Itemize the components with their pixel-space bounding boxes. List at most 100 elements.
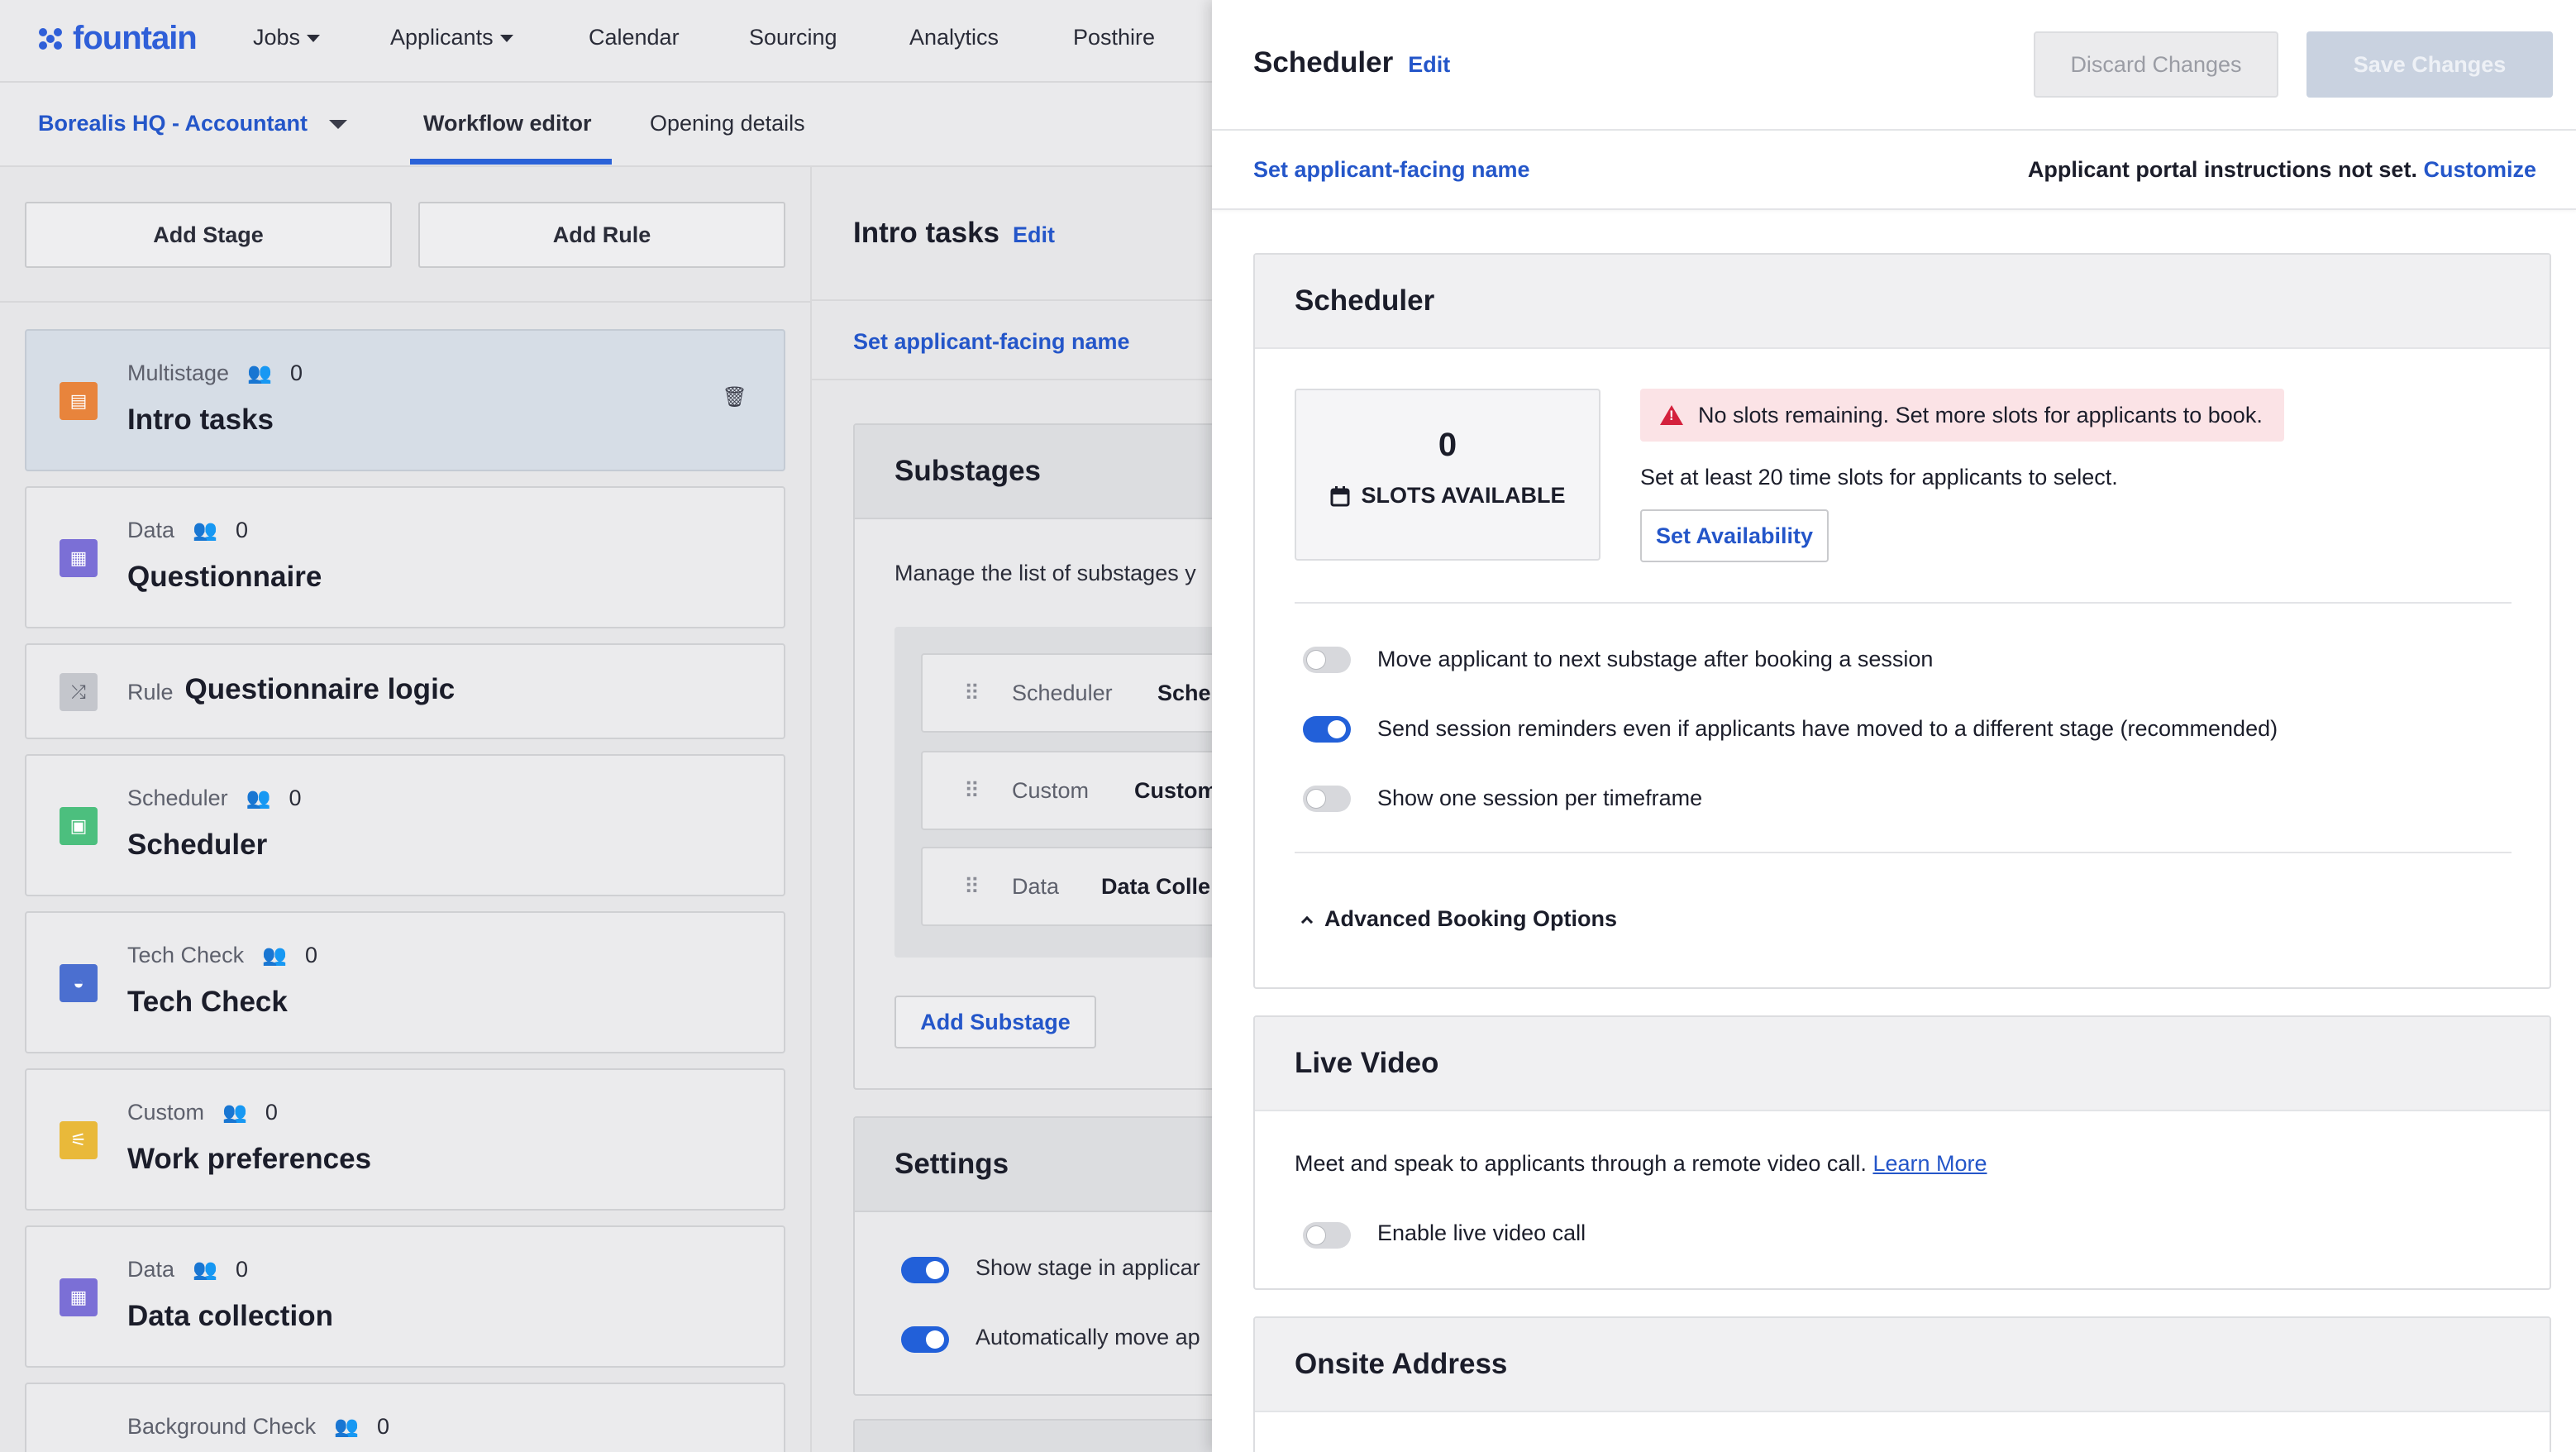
substage-item[interactable]: ⠿ Scheduler Sche xyxy=(921,653,1232,733)
caret-down-icon xyxy=(307,35,321,42)
discard-changes-button[interactable]: Discard Changes xyxy=(2034,31,2278,98)
nav-calendar[interactable]: Calendar xyxy=(589,25,680,50)
set-applicant-facing-name-link[interactable]: Set applicant-facing name xyxy=(853,329,1130,355)
drag-handle-icon[interactable]: ⠿ xyxy=(964,681,980,706)
stage-type-label: Rule xyxy=(127,679,174,705)
stage-card[interactable]: ⚟ Custom 👥 0 Work preferences xyxy=(25,1068,785,1211)
scheduler-card: Scheduler 0 SLOTS AVAILABLE No slots rem… xyxy=(1253,253,2551,989)
show-stage-toggle[interactable] xyxy=(901,1257,949,1283)
set-applicant-facing-name-link[interactable]: Set applicant-facing name xyxy=(1253,157,1530,183)
stage-type-label: Data xyxy=(127,518,175,542)
nav-applicants[interactable]: Applicants xyxy=(390,25,513,50)
save-changes-button[interactable]: Save Changes xyxy=(2306,31,2553,98)
calendar-icon xyxy=(1330,485,1349,506)
live-video-toggle[interactable] xyxy=(1303,1222,1351,1249)
tech-check-icon: ◒ xyxy=(60,964,98,1002)
drag-handle-icon[interactable]: ⠿ xyxy=(964,778,980,804)
applicant-count: 0 xyxy=(377,1414,390,1439)
people-icon: 👥 xyxy=(246,787,271,810)
people-icon: 👥 xyxy=(334,1416,360,1438)
nav-posthire-label: Posthire xyxy=(1073,25,1156,50)
job-selector-label: Borealis HQ - Accountant xyxy=(38,111,308,136)
add-stage-button[interactable]: Add Stage xyxy=(25,202,392,268)
substages-card: Substages Manage the list of substages y… xyxy=(853,423,1233,1090)
multistage-icon: ▤ xyxy=(60,382,98,420)
tab-workflow-editor[interactable]: Workflow editor xyxy=(423,111,592,136)
substage-item[interactable]: ⠿ Data Data Colle xyxy=(921,847,1232,926)
one-session-label: Show one session per timeframe xyxy=(1377,786,1703,810)
auto-move-label: Automatically move ap xyxy=(976,1325,1200,1349)
stage-card[interactable]: ◒ Tech Check 👥 0 Tech Check xyxy=(25,911,785,1053)
advanced-booking-label: Advanced Booking Options xyxy=(1324,906,1618,931)
trash-icon[interactable]: 🗑 xyxy=(723,385,747,409)
people-icon: 👥 xyxy=(262,944,287,967)
job-selector[interactable]: Borealis HQ - Accountant xyxy=(38,111,348,136)
auto-move-toggle[interactable] xyxy=(901,1326,949,1353)
stage-card[interactable]: ◆ Background Check👥0 xyxy=(25,1383,785,1452)
portal-note-text: Applicant portal instructions not set. xyxy=(2027,157,2417,182)
drawer-title: Scheduler Edit xyxy=(1253,46,1450,79)
edit-title-link[interactable]: Edit xyxy=(1408,52,1450,78)
toggle-knob xyxy=(1307,790,1325,808)
stage-detail-title-text: Intro tasks xyxy=(853,217,999,249)
brand-logo[interactable]: fountain xyxy=(36,20,198,57)
drag-handle-icon[interactable]: ⠿ xyxy=(964,874,980,900)
stage-title: Tech Check xyxy=(127,986,288,1018)
stage-type: Custom 👥 0 xyxy=(127,1100,278,1125)
stage-card[interactable]: ▦ Data 👥 0 Data collection xyxy=(25,1225,785,1368)
shuffle-icon: ⤮ xyxy=(60,673,98,711)
add-rule-button[interactable]: Add Rule xyxy=(418,202,785,268)
live-video-card: Live Video Meet and speak to applicants … xyxy=(1253,1015,2551,1290)
nav-sourcing[interactable]: Sourcing xyxy=(749,25,837,50)
slots-count: 0 xyxy=(1438,427,1457,463)
nav-analytics-label: Analytics xyxy=(909,25,999,50)
nav-jobs-label: Jobs xyxy=(253,25,301,50)
nav-sourcing-label: Sourcing xyxy=(749,25,837,50)
stage-type: Multistage 👥 0 xyxy=(127,361,303,386)
live-video-description: Meet and speak to applicants through a r… xyxy=(1295,1151,1987,1177)
applicant-count: 0 xyxy=(289,361,303,385)
edit-title-link[interactable]: Edit xyxy=(1013,222,1055,248)
top-nav: fountain Jobs Applicants Calendar Sourci… xyxy=(0,0,1212,83)
people-icon: 👥 xyxy=(193,1259,217,1281)
nav-applicants-label: Applicants xyxy=(390,25,494,50)
slots-label: SLOTS AVAILABLE xyxy=(1296,483,1599,509)
nav-jobs[interactable]: Jobs xyxy=(253,25,321,50)
toggle-knob xyxy=(926,1261,944,1279)
divider xyxy=(812,299,1212,301)
learn-more-link[interactable]: Learn More xyxy=(1872,1151,1987,1176)
stage-card[interactable]: ▣ Scheduler 👥 0 Scheduler xyxy=(25,754,785,896)
stage-title: Data collection xyxy=(127,1300,333,1332)
stage-list-panel: Add Stage Add Rule ▤ Multistage 👥 0 Intro … xyxy=(0,167,812,1452)
session-reminders-toggle[interactable] xyxy=(1303,716,1351,743)
move-applicant-label: Move applicant to next substage after bo… xyxy=(1377,647,1934,671)
drawer-subheader: Set applicant-facing name Applicant port… xyxy=(1212,131,2576,210)
nav-analytics[interactable]: Analytics xyxy=(909,25,999,50)
divider xyxy=(1295,602,2512,604)
caret-down-icon xyxy=(329,120,348,129)
substage-name: Data Colle xyxy=(1101,873,1211,899)
slots-label-text: SLOTS AVAILABLE xyxy=(1361,483,1566,508)
set-availability-button[interactable]: Set Availability xyxy=(1640,509,1829,562)
chevron-up-icon xyxy=(1300,915,1314,928)
stage-type-label: Multistage xyxy=(127,361,230,385)
slots-available-box: 0 SLOTS AVAILABLE xyxy=(1295,389,1600,561)
caret-down-icon xyxy=(499,35,513,42)
nav-posthire[interactable]: Posthire xyxy=(1073,25,1155,50)
warning-icon xyxy=(1660,405,1683,425)
one-session-toggle[interactable] xyxy=(1303,786,1351,812)
onsite-address-heading: Onsite Address xyxy=(1255,1318,2550,1412)
divider xyxy=(812,379,1212,380)
stage-card[interactable]: ▦ Data 👥 0 Questionnaire xyxy=(25,486,785,628)
tab-opening-details[interactable]: Opening details xyxy=(650,111,805,136)
customize-link[interactable]: Customize xyxy=(2423,157,2536,182)
stage-type: Data 👥 0 xyxy=(127,518,248,543)
people-icon: 👥 xyxy=(193,519,217,542)
rule-card[interactable]: ⤮ Rule Questionnaire logic xyxy=(25,643,785,739)
substage-type: Custom xyxy=(1012,777,1090,803)
stage-card[interactable]: ▤ Multistage 👥 0 Intro tasks 🗑 xyxy=(25,329,785,471)
advanced-booking-toggle[interactable]: Advanced Booking Options xyxy=(1300,906,1618,932)
substage-item[interactable]: ⠿ Custom Custom xyxy=(921,751,1232,830)
move-applicant-toggle[interactable] xyxy=(1303,647,1351,673)
add-substage-button[interactable]: Add Substage xyxy=(894,996,1096,1048)
